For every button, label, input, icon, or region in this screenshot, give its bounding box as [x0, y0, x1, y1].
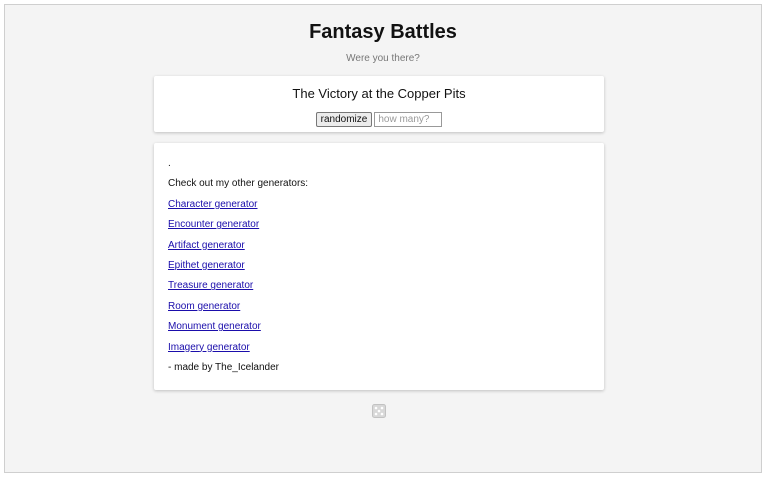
generated-result: The Victory at the Copper Pits [292, 86, 466, 101]
randomize-button[interactable]: randomize [315, 112, 373, 127]
info-intro: Check out my other generators: [168, 178, 309, 190]
link-artifact-generator[interactable]: Artifact generator [168, 240, 245, 251]
credit-text: - made by The_Icelander [168, 361, 279, 373]
count-input[interactable] [374, 112, 443, 127]
link-epithet-generator[interactable]: Epithet generator [168, 260, 245, 271]
generator-card: The Victory at the Copper Pits randomize [154, 76, 604, 132]
page-subtitle: Were you there? [346, 53, 420, 64]
page-title: Fantasy Battles [309, 21, 457, 43]
dice-icon[interactable] [372, 404, 386, 418]
info-content: . Check out my other generators: Charact… [168, 157, 308, 381]
link-treasure-generator[interactable]: Treasure generator [168, 280, 253, 291]
link-character-generator[interactable]: Character generator [168, 199, 258, 210]
info-dot: . [168, 158, 171, 169]
info-card: . Check out my other generators: Charact… [154, 143, 604, 390]
link-monument-generator[interactable]: Monument generator [168, 321, 261, 332]
link-room-generator[interactable]: Room generator [168, 301, 240, 312]
generator-controls: randomize [154, 112, 604, 127]
link-imagery-generator[interactable]: Imagery generator [168, 342, 250, 353]
link-encounter-generator[interactable]: Encounter generator [168, 219, 259, 230]
